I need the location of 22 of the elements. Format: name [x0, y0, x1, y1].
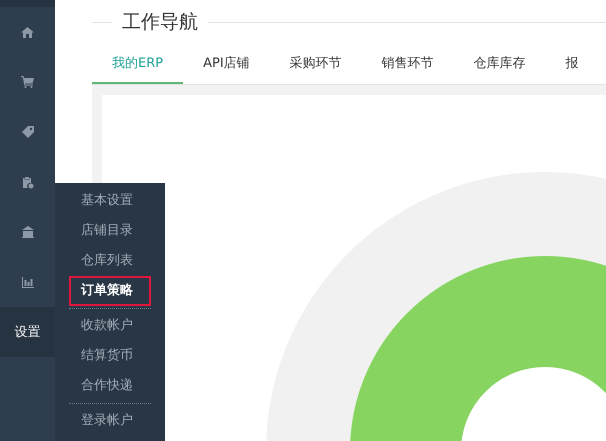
menu-item[interactable]: 结算货币 [69, 341, 151, 371]
bank-icon [22, 226, 34, 238]
menu-item[interactable]: 基本设置 [69, 186, 151, 216]
menu-item[interactable]: 仓库列表 [69, 246, 151, 276]
menu-item[interactable]: 收款帐户 [69, 311, 151, 341]
menu-item[interactable]: 店铺目录 [69, 216, 151, 246]
tab[interactable]: 销售环节 [362, 44, 454, 83]
menu-item[interactable]: 登录帐户 [69, 406, 151, 436]
settings-nav-item[interactable]: 设置 [0, 307, 55, 357]
clipboard-icon [22, 176, 34, 188]
cart-icon [21, 76, 34, 88]
bar-chart-icon [22, 276, 34, 288]
tab[interactable]: 仓库库存 [454, 44, 546, 83]
tab[interactable]: 报 [546, 44, 599, 83]
home-icon [21, 26, 34, 38]
menu-item[interactable]: 订单策略 [69, 276, 151, 306]
top-bar [0, 0, 55, 7]
tab[interactable]: 采购环节 [270, 44, 362, 83]
section-title: 工作导航 [121, 10, 199, 35]
tab[interactable]: API店铺 [183, 44, 270, 83]
tag-icon [22, 126, 34, 138]
menu-item[interactable]: 合作快递 [69, 371, 151, 401]
